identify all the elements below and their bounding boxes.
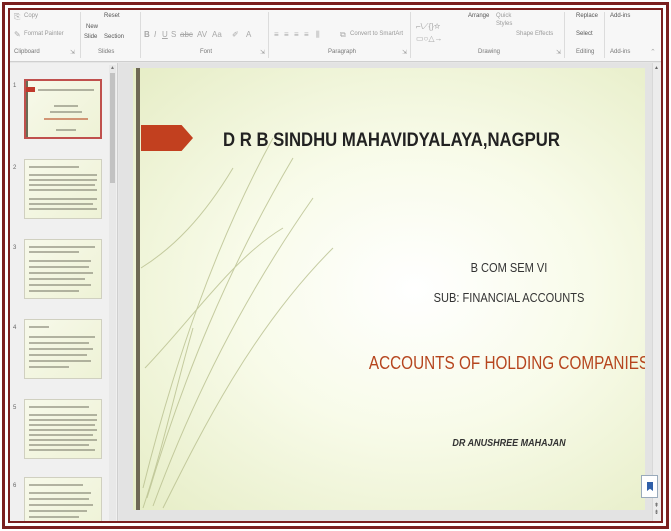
change-case-icon[interactable]: Aa	[212, 30, 222, 39]
slides-group-label: Slides	[98, 49, 115, 55]
slide-thumbnail-6[interactable]	[24, 477, 102, 521]
app-window: ⎘ Copy ✎ Format Painter Clipboard ⇲ New …	[8, 8, 663, 523]
addins-group-label: Add-ins	[610, 49, 631, 55]
shapes-gallery-icon[interactable]: ⌐\⟋{}☆	[416, 22, 440, 31]
thumbnail-number: 2	[13, 165, 17, 171]
drawing-group-label: Drawing	[478, 49, 501, 55]
shadow-icon[interactable]: S	[171, 30, 176, 39]
font-color-icon[interactable]: A	[246, 30, 251, 39]
slide-accent-bar	[136, 68, 140, 510]
format-painter-icon[interactable]: ✎	[14, 30, 21, 39]
align-right-icon[interactable]: ≡	[294, 30, 299, 39]
select-button[interactable]: Select	[576, 31, 593, 38]
bookmark-button[interactable]	[641, 475, 658, 498]
collapse-ribbon-icon[interactable]: ⌃	[650, 48, 656, 57]
slide-editor: D R B SINDHU MAHAVIDYALAYA,NAGPUR B COM …	[119, 63, 661, 521]
group-divider	[140, 12, 141, 58]
bookmark-icon	[647, 482, 653, 491]
slide-thumbnail-1[interactable]	[24, 79, 102, 139]
paragraph-launcher-icon[interactable]: ⇲	[402, 49, 407, 56]
thumbnail-number: 4	[13, 325, 17, 331]
slide-thumbnail-4[interactable]	[24, 319, 102, 379]
align-center-icon[interactable]: ≡	[284, 30, 289, 39]
scrollbar-thumb[interactable]	[110, 73, 115, 183]
align-left-icon[interactable]: ≡	[274, 30, 279, 39]
group-divider	[564, 12, 565, 58]
thumbnail-number: 1	[13, 83, 17, 89]
slide-canvas[interactable]: D R B SINDHU MAHAVIDYALAYA,NAGPUR B COM …	[133, 68, 645, 510]
slide-subtitle-semester[interactable]: B COM SEM VI	[291, 260, 645, 275]
font-launcher-icon[interactable]: ⇲	[260, 49, 265, 56]
shape-effects-button[interactable]: Shape Effects	[516, 31, 553, 38]
slide-subtitle-subject[interactable]: SUB: FINANCIAL ACCOUNTS	[291, 290, 645, 305]
replace-button[interactable]: Replace	[576, 13, 598, 20]
group-divider	[604, 12, 605, 58]
editing-group-label: Editing	[576, 49, 595, 55]
clipboard-launcher-icon[interactable]: ⇲	[70, 49, 75, 56]
ribbon: ⎘ Copy ✎ Format Painter Clipboard ⇲ New …	[10, 10, 661, 62]
bold-icon[interactable]: B	[144, 30, 150, 39]
strikethrough-icon[interactable]: abc	[180, 30, 193, 39]
section-button[interactable]: Section	[104, 34, 124, 41]
slide-author[interactable]: DR ANUSHREE MAHAJAN	[279, 438, 645, 449]
quick-styles-button[interactable]: Quick	[496, 13, 511, 20]
next-slide-icon[interactable]: ⇟	[652, 510, 661, 517]
smartart-icon[interactable]: ⧉	[340, 30, 346, 39]
addins-button[interactable]: Add-ins	[610, 13, 630, 20]
editor-scrollbar[interactable]: ▲	[652, 63, 661, 521]
highlight-icon[interactable]: ✐	[232, 30, 239, 39]
slide-thumbnail-5[interactable]	[24, 399, 102, 459]
copy-button[interactable]: Copy	[24, 13, 38, 20]
quick-styles-label[interactable]: Styles	[496, 21, 512, 28]
slide-thumbnail-3[interactable]	[24, 239, 102, 299]
char-spacing-icon[interactable]: AV	[197, 30, 207, 39]
thumbnail-scrollbar[interactable]: ▲	[109, 65, 116, 521]
new-slide-label[interactable]: Slide	[84, 34, 97, 41]
drawing-launcher-icon[interactable]: ⇲	[556, 49, 561, 56]
italic-icon[interactable]: I	[154, 30, 156, 39]
arrange-button[interactable]: Arrange	[468, 13, 489, 20]
format-painter-button[interactable]: Format Painter	[24, 31, 64, 38]
underline-icon[interactable]: U	[162, 30, 168, 39]
convert-smartart-button[interactable]: Convert to SmartArt	[350, 31, 403, 38]
thumbnail-number: 6	[13, 483, 17, 489]
copy-icon[interactable]: ⎘	[14, 12, 20, 21]
font-group-label: Font	[200, 49, 213, 55]
new-slide-button[interactable]: New	[86, 24, 98, 31]
page-nav-arrows[interactable]: ⇞ ⇟	[652, 503, 661, 517]
scroll-up-icon[interactable]: ▲	[110, 65, 115, 71]
clipboard-group-label: Clipboard	[14, 49, 40, 55]
slide-title[interactable]: D R B SINDHU MAHAVIDYALAYA,NAGPUR	[223, 130, 560, 152]
slide-topic-heading[interactable]: ACCOUNTS OF HOLDING COMPANIES	[291, 353, 645, 374]
prev-slide-icon[interactable]: ⇞	[652, 503, 661, 510]
group-divider	[80, 12, 81, 58]
columns-icon[interactable]: ⫼	[316, 30, 320, 39]
slide-thumbnail-2[interactable]	[24, 159, 102, 219]
group-divider	[268, 12, 269, 58]
thumbnail-number: 5	[13, 405, 17, 411]
thumbnail-number: 3	[13, 245, 17, 251]
reset-button[interactable]: Reset	[104, 13, 120, 20]
shapes-gallery-row2-icon[interactable]: ▭○△→	[416, 34, 443, 43]
paragraph-group-label: Paragraph	[328, 49, 357, 55]
slide-thumbnail-pane: 1 2 3 4 5 6 ▲	[10, 63, 118, 521]
group-divider	[410, 12, 411, 58]
scroll-up-icon[interactable]: ▲	[654, 65, 659, 71]
justify-icon[interactable]: ≡	[304, 30, 309, 39]
